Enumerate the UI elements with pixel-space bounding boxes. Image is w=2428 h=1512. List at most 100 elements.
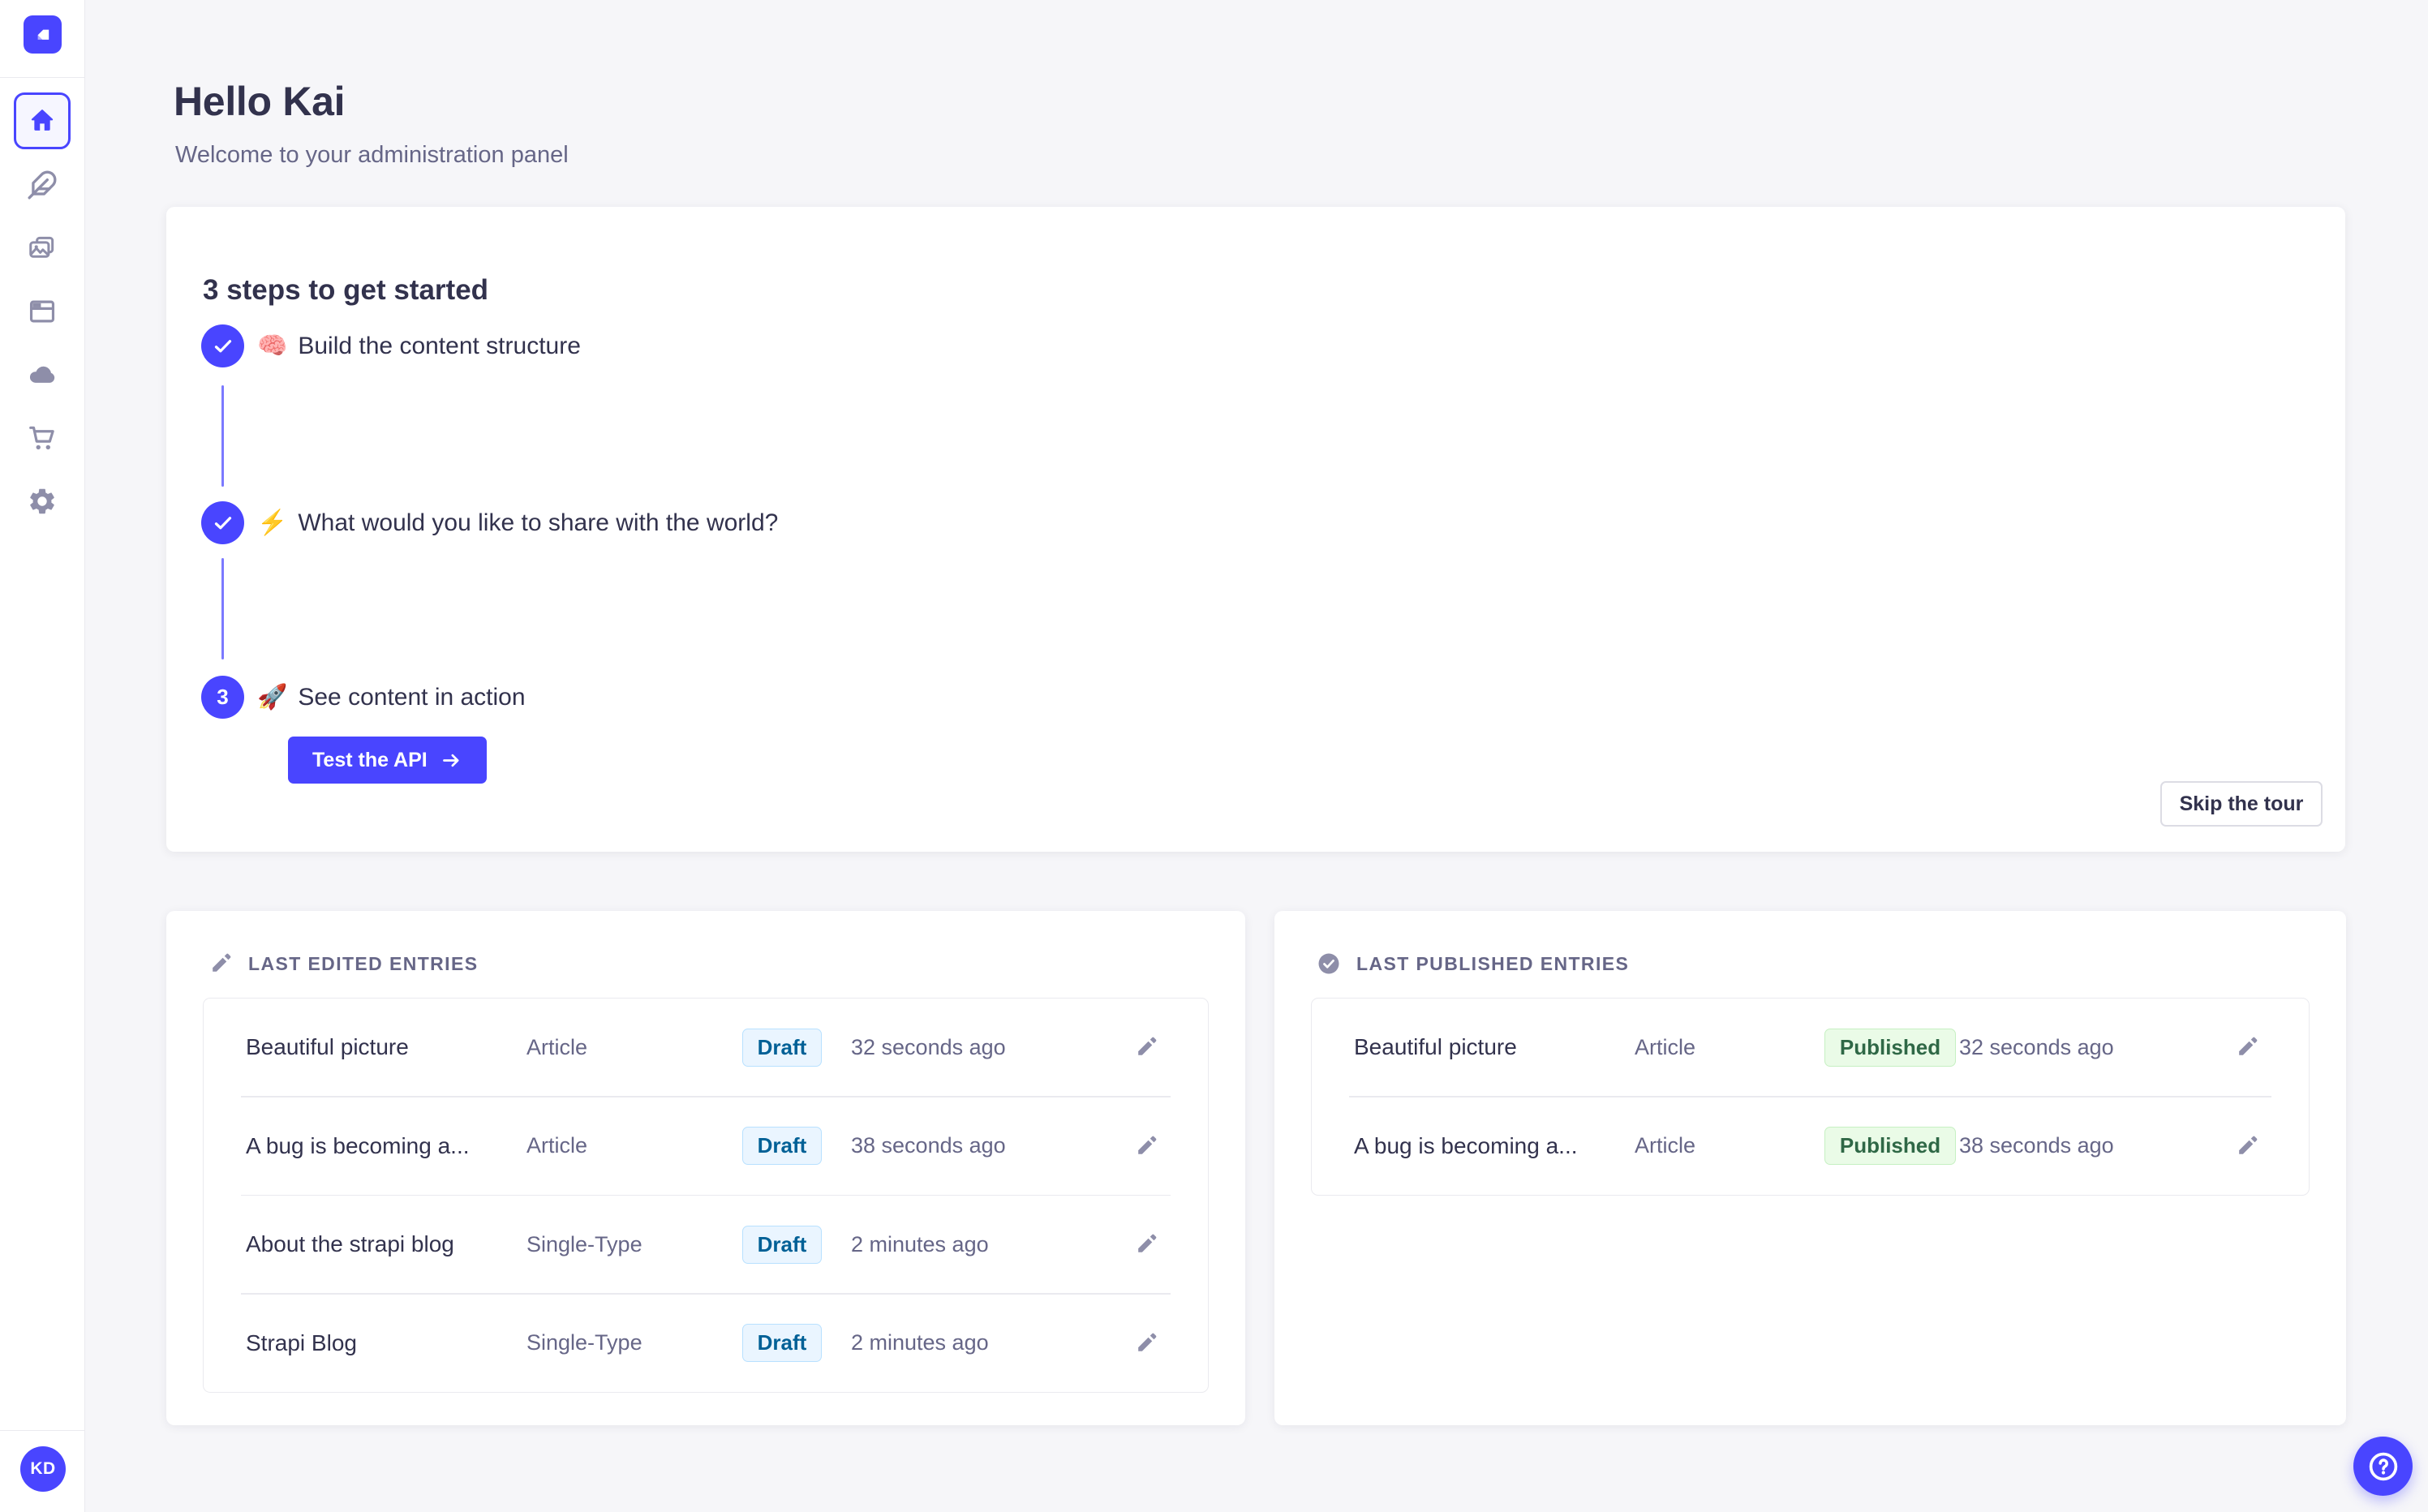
step-3-indicator: 3 — [201, 676, 244, 719]
entry-type: Single-Type — [526, 1231, 642, 1256]
sidebar: KD — [0, 0, 85, 1512]
last-published-table: Beautiful picture Article Published 32 s… — [1311, 998, 2310, 1196]
entry-type: Single-Type — [526, 1330, 642, 1355]
home-icon — [27, 105, 58, 136]
step-1-label: 🧠 Build the content structure — [257, 324, 581, 367]
entry-title: Beautiful picture — [1354, 1034, 1517, 1059]
pencil-icon — [1134, 1035, 1158, 1059]
strapi-logo[interactable] — [24, 15, 62, 54]
pencil-icon — [2235, 1134, 2259, 1158]
question-mark-icon — [2366, 1449, 2401, 1484]
lightning-emoji: ⚡ — [257, 509, 288, 536]
status-badge: Published — [1824, 1028, 1957, 1067]
entry-title: Strapi Blog — [246, 1329, 357, 1355]
check-icon — [211, 334, 235, 359]
step-connector — [221, 385, 224, 487]
edit-entry-button[interactable] — [1122, 1319, 1171, 1368]
layout-builder-icon — [27, 296, 58, 327]
table-row: Beautiful picture Article Draft 32 secon… — [204, 999, 1208, 1096]
sidebar-item-settings[interactable] — [14, 473, 71, 530]
sidebar-item-content-type-builder[interactable] — [14, 283, 71, 340]
pencil-icon — [2235, 1035, 2259, 1059]
table-row: A bug is becoming a... Article Draft 38 … — [204, 1097, 1208, 1195]
entry-time: 32 seconds ago — [1959, 1034, 2114, 1059]
avatar-initials: KD — [30, 1459, 56, 1478]
sidebar-item-media-library[interactable] — [14, 220, 71, 277]
edit-entry-button[interactable] — [1122, 1220, 1171, 1269]
pencil-icon — [1134, 1232, 1158, 1256]
skip-tour-button[interactable]: Skip the tour — [2160, 781, 2323, 827]
pencil-icon — [1134, 1331, 1158, 1355]
page-subtitle: Welcome to your administration panel — [175, 142, 569, 168]
status-badge: Published — [1824, 1127, 1957, 1165]
entry-time: 2 minutes ago — [851, 1330, 989, 1355]
step-3-number: 3 — [217, 685, 229, 709]
last-published-title: LAST PUBLISHED ENTRIES — [1356, 952, 1630, 974]
step-connector — [221, 558, 224, 659]
last-edited-title: LAST EDITED ENTRIES — [248, 952, 479, 974]
entry-title: Beautiful picture — [246, 1034, 409, 1059]
step-3-label: 🚀 See content in action — [257, 676, 526, 719]
edit-entry-button[interactable] — [2223, 1023, 2271, 1072]
check-icon — [211, 511, 235, 535]
media-library-icon — [27, 233, 58, 264]
edit-entry-button[interactable] — [1122, 1023, 1171, 1072]
feather-pen-icon — [27, 170, 58, 200]
entry-title: About the strapi blog — [246, 1231, 454, 1256]
step-2-label: ⚡ What would you like to share with the … — [257, 501, 778, 544]
last-published-panel: LAST PUBLISHED ENTRIES Beautiful picture… — [1274, 911, 2346, 1425]
status-badge: Draft — [741, 1127, 823, 1165]
step-2-indicator — [201, 501, 244, 544]
sidebar-item-marketplace[interactable] — [14, 410, 71, 466]
step-3-text: See content in action — [298, 683, 526, 711]
status-badge: Draft — [741, 1225, 823, 1264]
entry-type: Article — [1635, 1034, 1696, 1059]
status-badge: Draft — [741, 1324, 823, 1362]
table-row: About the strapi blog Single-Type Draft … — [204, 1196, 1208, 1293]
entry-time: 38 seconds ago — [1959, 1133, 2114, 1158]
entry-time: 2 minutes ago — [851, 1231, 989, 1256]
guided-tour-card: 3 steps to get started 🧠 Build the conte… — [166, 207, 2345, 852]
edit-entry-button[interactable] — [2223, 1122, 2271, 1171]
entry-time: 32 seconds ago — [851, 1034, 1006, 1059]
edit-entry-button[interactable] — [1122, 1122, 1171, 1171]
sidebar-top-divider — [0, 77, 84, 78]
sidebar-bottom-divider — [0, 1430, 84, 1431]
settings-gear-icon — [27, 486, 58, 517]
pencil-icon — [1134, 1134, 1158, 1158]
arrow-right-icon — [440, 750, 462, 771]
cloud-icon — [27, 359, 58, 390]
entry-type: Article — [526, 1034, 588, 1059]
sidebar-item-content-manager[interactable] — [14, 157, 71, 213]
test-api-label: Test the API — [312, 748, 428, 771]
entry-type: Article — [526, 1133, 588, 1158]
last-edited-panel: LAST EDITED ENTRIES Beautiful picture Ar… — [166, 911, 1245, 1425]
table-row: A bug is becoming a... Article Published… — [1312, 1097, 2309, 1195]
page-title: Hello Kai — [174, 78, 346, 124]
rocket-emoji: 🚀 — [257, 684, 288, 711]
last-edited-table: Beautiful picture Article Draft 32 secon… — [203, 998, 1209, 1393]
strapi-logo-icon — [30, 22, 56, 48]
status-badge: Draft — [741, 1028, 823, 1067]
entry-type: Article — [1635, 1133, 1696, 1158]
help-button[interactable] — [2353, 1437, 2413, 1496]
marketplace-cart-icon — [27, 423, 58, 453]
last-published-header: LAST PUBLISHED ENTRIES — [1317, 951, 1629, 976]
skip-tour-label: Skip the tour — [2179, 792, 2304, 815]
strapi-admin-dashboard: KD Hello Kai Welcome to your administrat… — [0, 0, 2428, 1512]
step-1-indicator — [201, 324, 244, 367]
entry-time: 38 seconds ago — [851, 1133, 1006, 1158]
table-row: Strapi Blog Single-Type Draft 2 minutes … — [204, 1295, 1208, 1392]
step-1-text: Build the content structure — [298, 332, 581, 359]
sidebar-item-cloud[interactable] — [14, 346, 71, 403]
check-circle-icon — [1317, 951, 1341, 976]
entry-title: A bug is becoming a... — [1354, 1132, 1578, 1158]
brain-emoji: 🧠 — [257, 333, 288, 359]
step-2-text: What would you like to share with the wo… — [298, 509, 779, 536]
avatar[interactable]: KD — [20, 1446, 66, 1492]
pencil-icon — [208, 951, 233, 976]
test-api-button[interactable]: Test the API — [288, 737, 487, 784]
sidebar-item-home[interactable] — [14, 92, 71, 149]
guided-tour-title: 3 steps to get started — [203, 274, 489, 307]
last-edited-header: LAST EDITED ENTRIES — [208, 951, 478, 976]
